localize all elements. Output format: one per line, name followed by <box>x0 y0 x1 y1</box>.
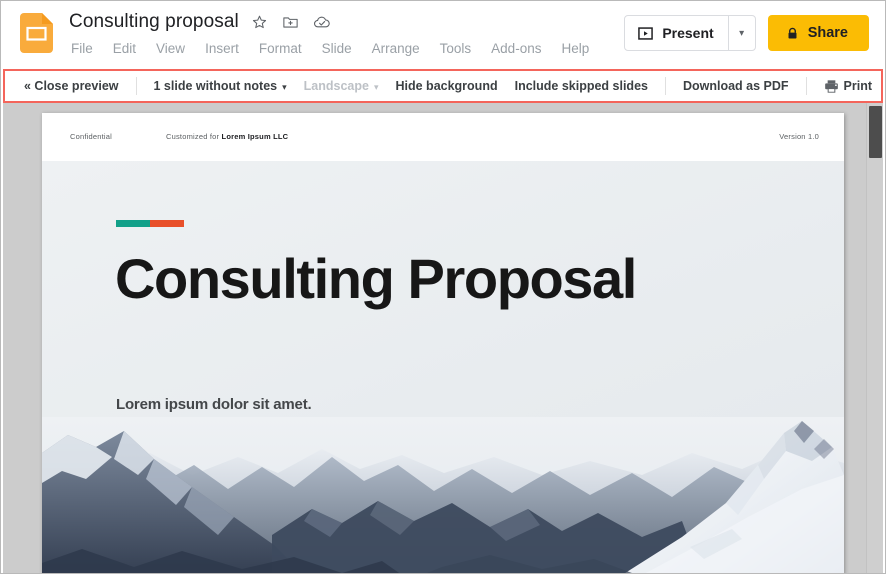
menu-item-addons[interactable]: Add-ons <box>491 39 541 59</box>
present-button-group: Present ▾ <box>624 15 756 51</box>
present-button[interactable]: Present <box>625 16 727 50</box>
print-preview-toolbar: « Close preview 1 slide without notes ▾ … <box>3 69 883 103</box>
download-as-pdf-button[interactable]: Download as PDF <box>666 79 806 93</box>
orientation-label: Landscape <box>303 79 369 93</box>
chevron-down-icon: ▾ <box>282 81 287 92</box>
slide-confidential-label: Confidential <box>70 132 113 141</box>
notes-layout-label: 1 slide without notes <box>153 79 278 93</box>
star-icon[interactable] <box>250 12 270 32</box>
print-button[interactable]: Print <box>807 79 872 94</box>
slide-subtitle: Lorem ipsum dolor sit amet. <box>116 396 312 413</box>
slide-preview[interactable]: Confidential Customized for Lorem Ipsum … <box>42 113 844 573</box>
menu-item-tools[interactable]: Tools <box>440 39 472 59</box>
menu-item-format[interactable]: Format <box>259 39 302 59</box>
vertical-scrollbar-thumb[interactable] <box>869 106 882 158</box>
menu-item-help[interactable]: Help <box>561 39 589 59</box>
orientation-dropdown[interactable]: Landscape ▾ <box>304 79 396 93</box>
close-preview-button[interactable]: « Close preview <box>24 79 136 93</box>
document-title[interactable]: Consulting proposal <box>69 10 239 34</box>
slide-body: Consulting Proposal Lorem ipsum dolor si… <box>42 161 844 573</box>
chevron-down-icon: ▾ <box>373 81 379 92</box>
google-slides-icon[interactable] <box>20 13 53 53</box>
menu-item-view[interactable]: View <box>156 39 185 59</box>
header-actions: Present ▾ Share <box>624 15 869 51</box>
vertical-scrollbar-track[interactable] <box>866 103 883 573</box>
preview-stage: Confidential Customized for Lorem Ipsum … <box>3 103 883 573</box>
printer-icon <box>824 79 838 93</box>
slide-customized-label: Customized for Lorem Ipsum LLC <box>166 132 288 141</box>
present-label: Present <box>662 25 714 41</box>
menu-item-slide[interactable]: Slide <box>322 39 352 59</box>
menu-item-file[interactable]: File <box>71 39 93 59</box>
mountain-photo <box>42 417 844 573</box>
menu-bar: File Edit View Insert Format Slide Arran… <box>69 39 589 59</box>
menu-item-edit[interactable]: Edit <box>113 39 136 59</box>
accent-bar-teal <box>116 220 150 227</box>
chevron-down-icon: ▾ <box>739 28 745 39</box>
menu-item-insert[interactable]: Insert <box>205 39 239 59</box>
title-block: Consulting proposal File Edit View Inser… <box>69 9 589 59</box>
accent-bar <box>116 220 184 227</box>
hide-background-button[interactable]: Hide background <box>396 79 515 93</box>
notes-layout-dropdown[interactable]: 1 slide without notes ▾ <box>137 79 304 93</box>
cloud-saved-icon[interactable] <box>312 12 332 32</box>
menu-item-arrange[interactable]: Arrange <box>372 39 420 59</box>
present-play-icon <box>638 26 654 40</box>
share-button[interactable]: Share <box>767 15 869 51</box>
slide-header-band: Confidential Customized for Lorem Ipsum … <box>42 113 844 161</box>
google-slides-window: Consulting proposal File Edit View Inser… <box>0 0 886 574</box>
print-label: Print <box>843 79 873 93</box>
lock-icon <box>788 27 797 38</box>
slide-title: Consulting Proposal <box>115 247 637 310</box>
include-skipped-slides-button[interactable]: Include skipped slides <box>515 79 665 93</box>
slide-version-label: Version 1.0 <box>779 132 819 141</box>
move-to-folder-icon[interactable] <box>281 12 301 32</box>
customized-prefix: Customized for <box>166 132 222 141</box>
present-dropdown-arrow[interactable]: ▾ <box>727 16 755 50</box>
accent-bar-orange <box>150 220 184 227</box>
share-label: Share <box>807 25 848 41</box>
app-header: Consulting proposal File Edit View Inser… <box>1 1 885 69</box>
customized-company: Lorem Ipsum LLC <box>221 132 289 141</box>
